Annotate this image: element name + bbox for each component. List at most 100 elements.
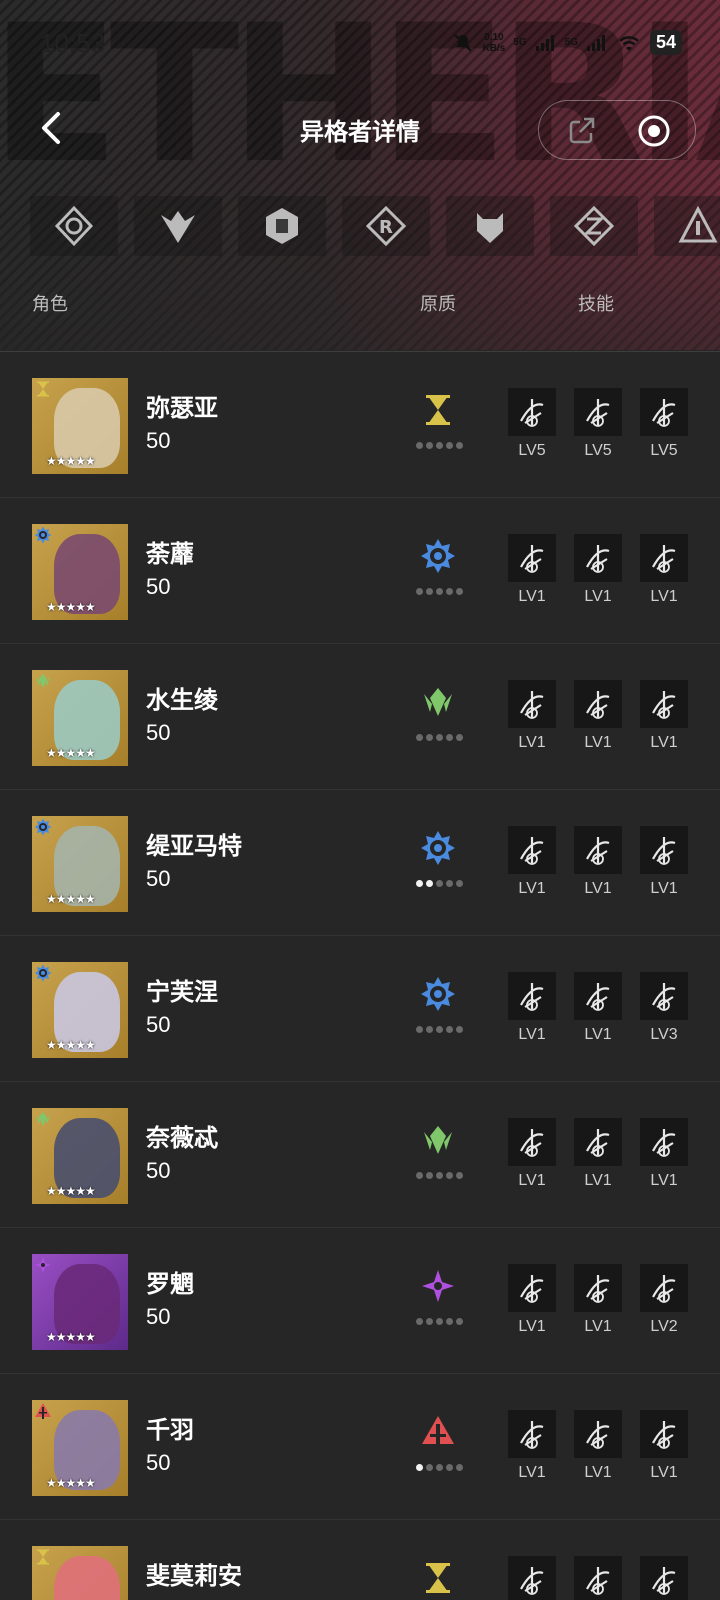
character-avatar[interactable]: [32, 1546, 128, 1600]
skill-level: LV1: [650, 1172, 678, 1189]
potential-dot: [426, 880, 433, 887]
emblem-icon-5: [477, 213, 503, 243]
potential-dot: [426, 442, 433, 449]
potential-dot: [446, 588, 453, 595]
star-rating: ★★★★★: [46, 892, 96, 906]
hourglass-element-icon: [420, 1560, 456, 1596]
character-row[interactable]: ★★★★★ 宁芙涅 50 LV1 LV1 LV3: [0, 936, 720, 1082]
skill-icon[interactable]: [508, 1410, 556, 1458]
character-row[interactable]: 斐莫莉安: [0, 1520, 720, 1600]
potential-dots: [416, 1026, 463, 1033]
skill-icon[interactable]: [574, 826, 622, 874]
potential-dot: [416, 1318, 423, 1325]
skill-level: LV1: [650, 1464, 678, 1481]
star-rating: ★★★★★: [46, 1038, 96, 1052]
faction-filter-4[interactable]: R: [342, 196, 430, 256]
character-level: 50: [146, 574, 171, 599]
potential-dot: [436, 442, 443, 449]
skill-icon[interactable]: [640, 1556, 688, 1600]
skill-level: LV1: [650, 588, 678, 605]
character-avatar[interactable]: ★★★★★: [32, 962, 128, 1058]
skill-icon[interactable]: [508, 1556, 556, 1600]
skill-icon[interactable]: [640, 1264, 688, 1312]
faction-filter-2[interactable]: [134, 196, 222, 256]
wifi-icon: [619, 35, 639, 51]
faction-filter-6[interactable]: [550, 196, 638, 256]
skill-level: LV1: [518, 880, 546, 897]
skill-icon[interactable]: [640, 972, 688, 1020]
character-name: 斐莫莉安: [146, 1563, 242, 1590]
skill-icon[interactable]: [508, 972, 556, 1020]
character-row[interactable]: ★★★★★ 弥瑟亚 50 LV5 LV5 LV5: [0, 352, 720, 498]
emblem-icon-2: [161, 211, 195, 243]
faction-filter-1[interactable]: [30, 196, 118, 256]
skill-icon[interactable]: [640, 534, 688, 582]
character-avatar[interactable]: ★★★★★: [32, 1254, 128, 1350]
potential-dot: [446, 1026, 453, 1033]
skill-icon[interactable]: [574, 1264, 622, 1312]
character-row[interactable]: ★★★★★ 千羽 50 LV1 LV1 LV1: [0, 1374, 720, 1520]
faction-filter-7[interactable]: [654, 196, 720, 256]
star-rating: ★★★★★: [46, 1476, 96, 1490]
character-avatar[interactable]: ★★★★★: [32, 1400, 128, 1496]
character-avatar[interactable]: ★★★★★: [32, 524, 128, 620]
skill-icon[interactable]: [508, 680, 556, 728]
skill-icon[interactable]: [574, 972, 622, 1020]
character-row[interactable]: ★★★★★ 水生绫 50 LV1 LV1 LV1: [0, 644, 720, 790]
svg-text:R: R: [379, 217, 393, 238]
character-row[interactable]: ★★★★★ 缇亚马特 50 LV1 LV1 LV1: [0, 790, 720, 936]
potential-dot: [456, 1464, 463, 1471]
skill-icon[interactable]: [640, 1410, 688, 1458]
element-badge-icon: [34, 818, 52, 836]
character-portrait: [54, 1556, 120, 1600]
potential-dot: [446, 1172, 453, 1179]
skill-icon[interactable]: [640, 680, 688, 728]
skill-icon[interactable]: [574, 680, 622, 728]
skill-icon[interactable]: [574, 1118, 622, 1166]
character-row[interactable]: ★★★★★ 奈薇忒 50 LV1 LV1 LV1: [0, 1082, 720, 1228]
character-avatar[interactable]: ★★★★★: [32, 670, 128, 766]
character-row[interactable]: ★★★★★ 罗魍 50 LV1 LV1 LV2: [0, 1228, 720, 1374]
record-icon[interactable]: [637, 114, 671, 148]
potential-dot: [456, 442, 463, 449]
character-avatar[interactable]: ★★★★★: [32, 378, 128, 474]
signal-label-1: 5G: [513, 37, 527, 48]
skill-icon[interactable]: [508, 1264, 556, 1312]
skill-level: LV1: [650, 734, 678, 751]
skill-icon[interactable]: [508, 826, 556, 874]
character-row[interactable]: ★★★★★ 荼蘼 50 LV1 LV1 LV1: [0, 498, 720, 644]
skill-icon[interactable]: [574, 1410, 622, 1458]
skill-icon[interactable]: [574, 1556, 622, 1600]
character-avatar[interactable]: ★★★★★: [32, 816, 128, 912]
potential-dots: [416, 734, 463, 741]
skill-icon[interactable]: [640, 1118, 688, 1166]
emblem-icon-7: [678, 205, 718, 243]
potential-dot: [436, 1026, 443, 1033]
skill-icon[interactable]: [574, 534, 622, 582]
shuriken-element-icon: [420, 1268, 456, 1304]
element-badge-icon: [34, 380, 52, 398]
character-avatar[interactable]: ★★★★★: [32, 1108, 128, 1204]
skill-icon[interactable]: [640, 826, 688, 874]
skill-icon[interactable]: [574, 388, 622, 436]
element-badge-icon: [34, 1548, 52, 1566]
leaf-element-icon: [420, 684, 456, 720]
potential-dot: [446, 734, 453, 741]
skill-level: LV5: [518, 442, 546, 459]
skill-level: LV1: [584, 880, 612, 897]
share-icon[interactable]: [565, 115, 597, 147]
signal-icon-2: [586, 34, 605, 51]
skill-icon[interactable]: [508, 388, 556, 436]
character-level: 50: [146, 866, 171, 891]
skill-icon[interactable]: [508, 1118, 556, 1166]
skill-icon[interactable]: [508, 534, 556, 582]
character-level: 50: [146, 720, 171, 745]
skill-icon[interactable]: [640, 388, 688, 436]
faction-filter-3[interactable]: [238, 196, 326, 256]
column-header-character: 角色: [32, 294, 68, 314]
skill-level: LV2: [650, 1318, 678, 1335]
faction-filter-5[interactable]: [446, 196, 534, 256]
character-name: 缇亚马特: [146, 833, 242, 860]
network-speed: 0.10 KB/s: [482, 32, 505, 54]
skill-level: LV1: [518, 1318, 546, 1335]
